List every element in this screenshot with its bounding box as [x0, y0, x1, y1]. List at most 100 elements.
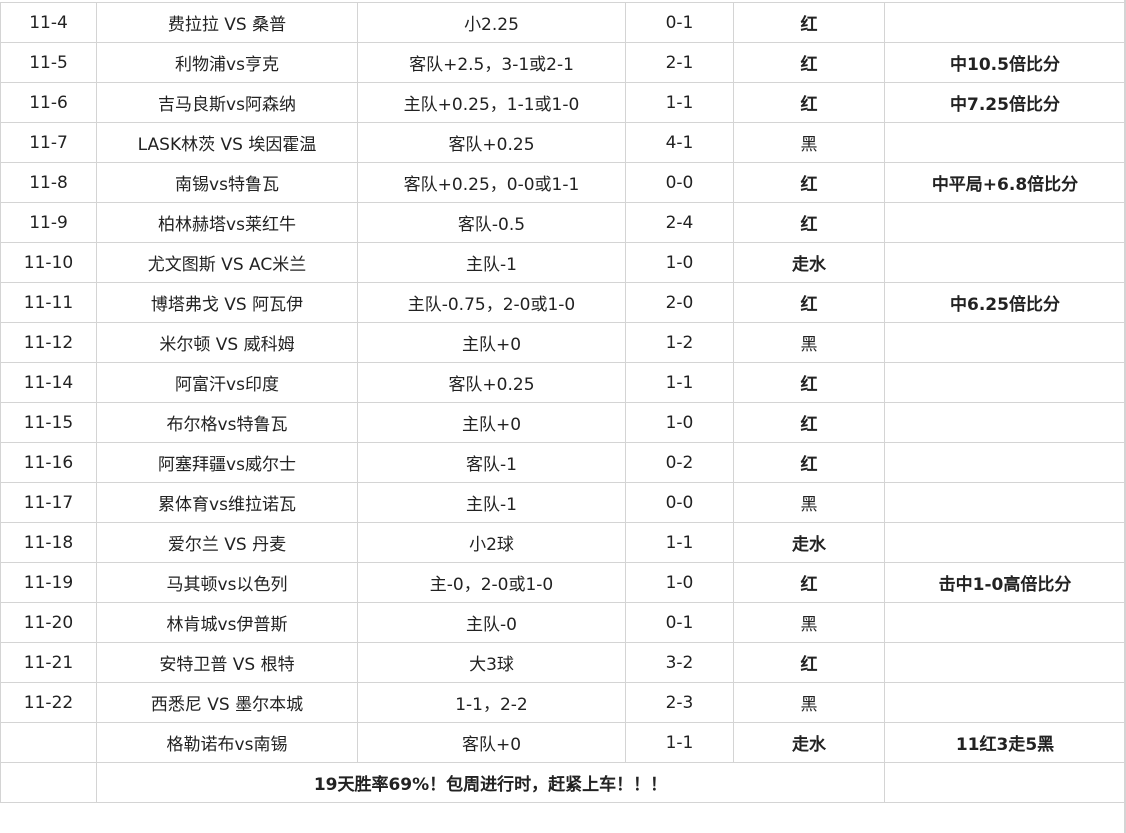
pick-cell[interactable]: 主队-1: [357, 242, 626, 283]
score-cell[interactable]: 1-2: [625, 322, 734, 363]
date-cell[interactable]: 11-15: [0, 402, 97, 443]
result-cell[interactable]: 红: [733, 562, 885, 603]
match-cell[interactable]: 柏林赫塔vs莱红牛: [96, 202, 358, 243]
note-cell[interactable]: 击中1-0高倍比分: [884, 562, 1126, 603]
pick-cell[interactable]: 客队-1: [357, 442, 626, 483]
note-cell[interactable]: [884, 602, 1126, 643]
match-cell[interactable]: 格勒诺布vs南锡: [96, 722, 358, 763]
note-cell[interactable]: 中10.5倍比分: [884, 42, 1126, 83]
pick-cell[interactable]: 客队+2.5，3-1或2-1: [357, 42, 626, 83]
match-cell[interactable]: 尤文图斯 VS AC米兰: [96, 242, 358, 283]
score-cell[interactable]: 0-1: [625, 602, 734, 643]
result-cell[interactable]: 红: [733, 202, 885, 243]
pick-cell[interactable]: 主队-0.75，2-0或1-0: [357, 282, 626, 323]
score-cell[interactable]: 1-0: [625, 562, 734, 603]
note-cell[interactable]: [884, 402, 1126, 443]
pick-cell[interactable]: 大3球: [357, 642, 626, 683]
note-cell[interactable]: [884, 2, 1126, 43]
pick-cell[interactable]: 客队+0.25: [357, 122, 626, 163]
pick-cell[interactable]: 主队+0.25，1-1或1-0: [357, 82, 626, 123]
result-cell[interactable]: 黑: [733, 122, 885, 163]
match-cell[interactable]: 费拉拉 VS 桑普: [96, 2, 358, 43]
match-cell[interactable]: 布尔格vs特鲁瓦: [96, 402, 358, 443]
date-cell[interactable]: 11-16: [0, 442, 97, 483]
score-cell[interactable]: 1-1: [625, 722, 734, 763]
result-cell[interactable]: 红: [733, 442, 885, 483]
pick-cell[interactable]: 1-1，2-2: [357, 682, 626, 723]
pick-cell[interactable]: 主队+0: [357, 402, 626, 443]
match-cell[interactable]: 马其顿vs以色列: [96, 562, 358, 603]
pick-cell[interactable]: 主-0，2-0或1-0: [357, 562, 626, 603]
result-cell[interactable]: 黑: [733, 682, 885, 723]
score-cell[interactable]: 1-1: [625, 522, 734, 563]
match-cell[interactable]: 利物浦vs亨克: [96, 42, 358, 83]
date-cell[interactable]: 11-6: [0, 82, 97, 123]
date-cell[interactable]: 11-10: [0, 242, 97, 283]
match-cell[interactable]: 阿塞拜疆vs威尔士: [96, 442, 358, 483]
match-cell[interactable]: 南锡vs特鲁瓦: [96, 162, 358, 203]
match-cell[interactable]: 博塔弗戈 VS 阿瓦伊: [96, 282, 358, 323]
score-cell[interactable]: 1-0: [625, 242, 734, 283]
note-cell[interactable]: 中6.25倍比分: [884, 282, 1126, 323]
date-cell[interactable]: 11-8: [0, 162, 97, 203]
pick-cell[interactable]: 主队-1: [357, 482, 626, 523]
match-cell[interactable]: 安特卫普 VS 根特: [96, 642, 358, 683]
pick-cell[interactable]: 客队+0: [357, 722, 626, 763]
note-cell[interactable]: 中7.25倍比分: [884, 82, 1126, 123]
footer-empty-cell[interactable]: [0, 762, 97, 803]
result-cell[interactable]: 红: [733, 642, 885, 683]
date-cell[interactable]: 11-22: [0, 682, 97, 723]
date-cell[interactable]: 11-18: [0, 522, 97, 563]
note-cell[interactable]: [884, 522, 1126, 563]
pick-cell[interactable]: 小2.25: [357, 2, 626, 43]
note-cell[interactable]: [884, 242, 1126, 283]
score-cell[interactable]: 1-0: [625, 402, 734, 443]
match-cell[interactable]: 西悉尼 VS 墨尔本城: [96, 682, 358, 723]
score-cell[interactable]: 0-0: [625, 482, 734, 523]
date-cell[interactable]: 11-12: [0, 322, 97, 363]
note-cell[interactable]: [884, 202, 1126, 243]
date-cell[interactable]: [0, 722, 97, 763]
note-cell[interactable]: 11红3走5黑: [884, 722, 1126, 763]
score-cell[interactable]: 2-1: [625, 42, 734, 83]
date-cell[interactable]: 11-7: [0, 122, 97, 163]
result-cell[interactable]: 红: [733, 162, 885, 203]
date-cell[interactable]: 11-4: [0, 2, 97, 43]
footer-empty-cell[interactable]: [884, 762, 1126, 803]
score-cell[interactable]: 2-3: [625, 682, 734, 723]
match-cell[interactable]: 林肯城vs伊普斯: [96, 602, 358, 643]
match-cell[interactable]: 阿富汗vs印度: [96, 362, 358, 403]
score-cell[interactable]: 2-4: [625, 202, 734, 243]
result-cell[interactable]: 红: [733, 2, 885, 43]
score-cell[interactable]: 0-0: [625, 162, 734, 203]
footer-slogan[interactable]: 19天胜率69%！包周进行时，赶紧上车！！！: [96, 762, 885, 803]
date-cell[interactable]: 11-11: [0, 282, 97, 323]
score-cell[interactable]: 0-1: [625, 2, 734, 43]
date-cell[interactable]: 11-20: [0, 602, 97, 643]
match-cell[interactable]: 吉马良斯vs阿森纳: [96, 82, 358, 123]
pick-cell[interactable]: 小2球: [357, 522, 626, 563]
pick-cell[interactable]: 客队+0.25，0-0或1-1: [357, 162, 626, 203]
pick-cell[interactable]: 主队+0: [357, 322, 626, 363]
note-cell[interactable]: [884, 642, 1126, 683]
date-cell[interactable]: 11-9: [0, 202, 97, 243]
pick-cell[interactable]: 客队-0.5: [357, 202, 626, 243]
date-cell[interactable]: 11-5: [0, 42, 97, 83]
result-cell[interactable]: 红: [733, 362, 885, 403]
note-cell[interactable]: [884, 442, 1126, 483]
note-cell[interactable]: [884, 122, 1126, 163]
result-cell[interactable]: 走水: [733, 522, 885, 563]
result-cell[interactable]: 黑: [733, 602, 885, 643]
note-cell[interactable]: 中平局+6.8倍比分: [884, 162, 1126, 203]
score-cell[interactable]: 4-1: [625, 122, 734, 163]
result-cell[interactable]: 红: [733, 82, 885, 123]
note-cell[interactable]: [884, 322, 1126, 363]
date-cell[interactable]: 11-21: [0, 642, 97, 683]
note-cell[interactable]: [884, 362, 1126, 403]
date-cell[interactable]: 11-14: [0, 362, 97, 403]
result-cell[interactable]: 红: [733, 282, 885, 323]
match-cell[interactable]: 米尔顿 VS 威科姆: [96, 322, 358, 363]
score-cell[interactable]: 2-0: [625, 282, 734, 323]
pick-cell[interactable]: 客队+0.25: [357, 362, 626, 403]
result-cell[interactable]: 红: [733, 402, 885, 443]
